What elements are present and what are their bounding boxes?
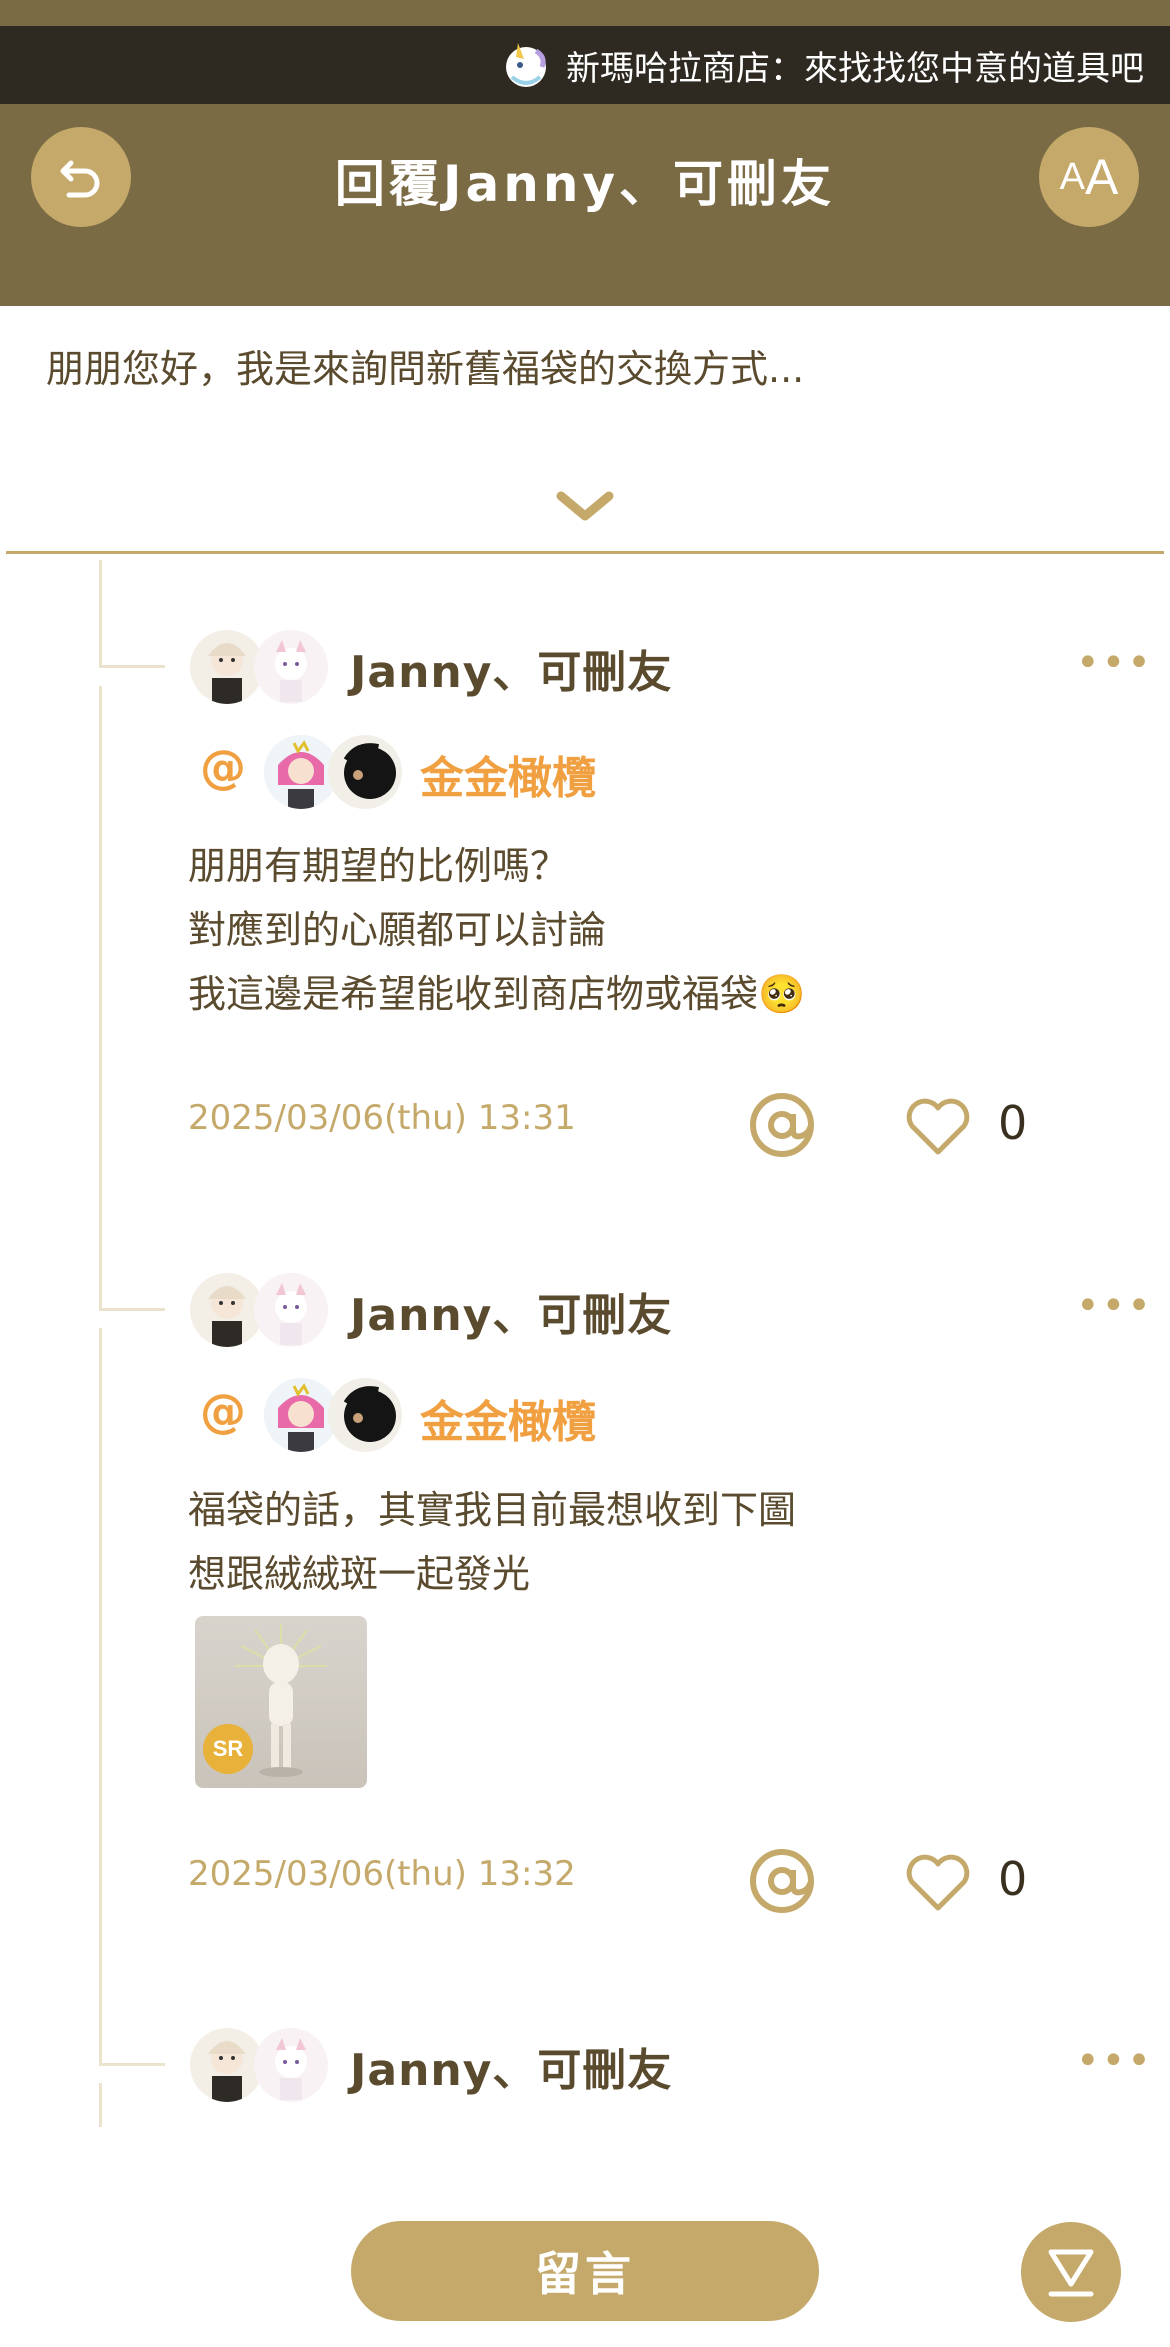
header-bar: 回覆Janny、可刪友 AA bbox=[0, 104, 1170, 306]
username[interactable]: Janny、可刪友 bbox=[350, 636, 672, 700]
mention-icon[interactable] bbox=[747, 1090, 817, 1160]
scroll-to-bottom-button[interactable] bbox=[1021, 2222, 1121, 2322]
avatar[interactable] bbox=[264, 735, 338, 809]
page-title: 回覆Janny、可刪友 bbox=[334, 155, 836, 213]
mention-at-symbol: @ bbox=[200, 1384, 246, 1438]
status-strip bbox=[0, 0, 1170, 26]
mention-name[interactable]: 金金橄欖 bbox=[420, 1386, 596, 1450]
more-options-button[interactable]: ••• bbox=[1076, 640, 1153, 686]
more-options-button[interactable]: ••• bbox=[1076, 1283, 1153, 1329]
chevron-down-icon[interactable] bbox=[555, 488, 615, 524]
font-small-label: A bbox=[1059, 155, 1085, 198]
reply-text-line: 我這邊是希望能收到商店物或福袋🥺 bbox=[188, 972, 806, 1016]
like-count: 0 bbox=[998, 1096, 1028, 1150]
avatar[interactable] bbox=[254, 1273, 328, 1347]
thread-branch bbox=[99, 665, 165, 668]
avatar[interactable] bbox=[190, 1273, 264, 1347]
mention-icon[interactable] bbox=[747, 1846, 817, 1916]
heart-icon[interactable] bbox=[903, 1094, 973, 1158]
timestamp: 2025/03/06(thu) 13:31 bbox=[188, 1098, 576, 1138]
avatar[interactable] bbox=[190, 630, 264, 704]
thread-line bbox=[99, 686, 102, 1311]
avatar[interactable] bbox=[328, 735, 402, 809]
reply-text-line: 福袋的話，其實我目前最想收到下圖 bbox=[188, 1488, 797, 1532]
username[interactable]: Janny、可刪友 bbox=[350, 2034, 672, 2098]
original-post-preview[interactable]: 朋朋您好，我是來詢問新舊福袋的交換方式... bbox=[46, 338, 804, 393]
avatar[interactable] bbox=[254, 630, 328, 704]
username[interactable]: Janny、可刪友 bbox=[350, 1279, 672, 1343]
timestamp: 2025/03/06(thu) 13:32 bbox=[188, 1854, 576, 1894]
thread-line bbox=[99, 2083, 102, 2127]
comment-button[interactable]: 留言 bbox=[351, 2221, 819, 2321]
font-size-button[interactable]: AA bbox=[1039, 127, 1139, 227]
like-count: 0 bbox=[998, 1852, 1028, 1906]
avatar[interactable] bbox=[254, 2028, 328, 2102]
attached-image[interactable]: SR bbox=[195, 1616, 367, 1788]
mention-name[interactable]: 金金橄欖 bbox=[420, 742, 596, 806]
reply-text-line: 朋朋有期望的比例嗎？ bbox=[188, 844, 569, 888]
thread-branch bbox=[99, 1308, 165, 1311]
divider bbox=[6, 551, 1164, 554]
thread-branch bbox=[99, 2063, 165, 2066]
thread-line bbox=[99, 1328, 102, 2066]
avatar[interactable] bbox=[190, 2028, 264, 2102]
marquee-text: 新瑪哈拉商店：來找找您中意的道具吧 bbox=[566, 48, 1144, 89]
avatar[interactable] bbox=[264, 1378, 338, 1452]
font-large-label: A bbox=[1085, 149, 1119, 205]
mention-at-symbol: @ bbox=[200, 740, 246, 794]
more-options-button[interactable]: ••• bbox=[1076, 2038, 1153, 2084]
unicorn-icon bbox=[506, 43, 546, 87]
rarity-badge: SR bbox=[203, 1724, 253, 1774]
scroll-to-bottom-icon bbox=[1048, 2249, 1094, 2297]
reply-text-line: 對應到的心願都可以討論 bbox=[188, 908, 607, 952]
announcement-marquee[interactable]: 新瑪哈拉商店：來找找您中意的道具吧 bbox=[0, 26, 1170, 104]
heart-icon[interactable] bbox=[903, 1850, 973, 1914]
avatar[interactable] bbox=[328, 1378, 402, 1452]
reply-text-line: 想跟絨絨斑一起發光 bbox=[188, 1552, 531, 1596]
thread-line bbox=[99, 560, 102, 668]
